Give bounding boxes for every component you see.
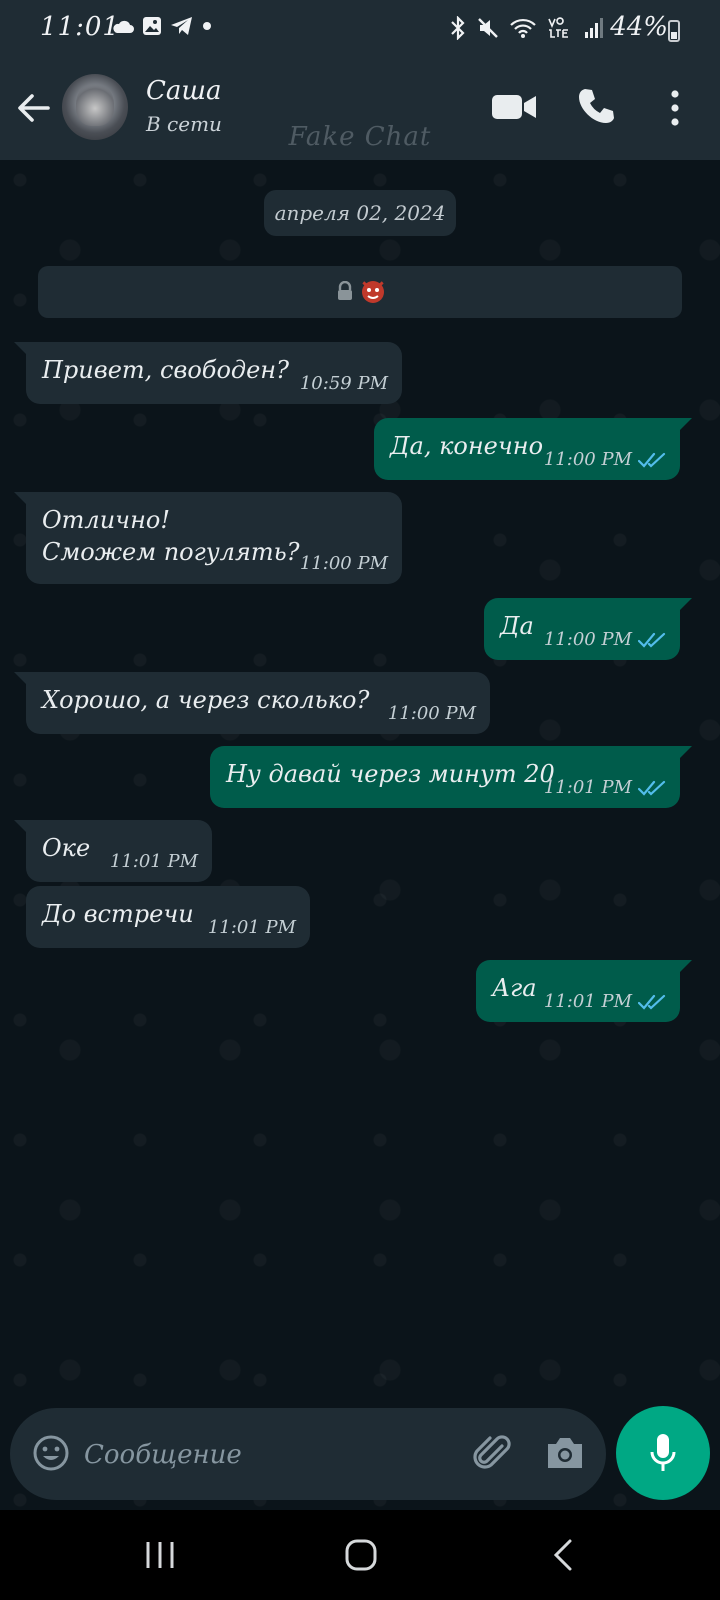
status-left-icons bbox=[112, 16, 212, 36]
bluetooth-icon bbox=[451, 16, 465, 40]
bubble-tail bbox=[14, 492, 28, 506]
message-meta: 11:01 PM bbox=[544, 991, 666, 1012]
message-time: 11:00 PM bbox=[543, 629, 632, 650]
bubble-tail bbox=[678, 418, 692, 432]
incoming-message[interactable]: Хорошо, а через сколько? 11:00 PM bbox=[26, 672, 490, 734]
contact-name[interactable]: Саша bbox=[146, 76, 222, 106]
bubble-tail bbox=[678, 598, 692, 612]
message-time: 11:01 PM bbox=[109, 851, 198, 872]
cloud-icon bbox=[113, 20, 134, 33]
read-ticks-icon bbox=[638, 632, 666, 648]
paperclip-icon[interactable] bbox=[472, 1432, 514, 1474]
message-meta: 11:01 PM bbox=[544, 777, 666, 798]
outgoing-message[interactable]: Да, конечно 11:00 PM bbox=[374, 418, 680, 480]
incoming-message[interactable]: Привет, свободен? 10:59 PM bbox=[26, 342, 402, 404]
message-time: 11:01 PM bbox=[543, 777, 632, 798]
camera-icon[interactable] bbox=[544, 1434, 586, 1472]
battery-icon bbox=[668, 20, 680, 42]
incoming-message[interactable]: Отлично! Сможем погулять? 11:00 PM bbox=[26, 492, 402, 584]
message-meta: 11:00 PM bbox=[544, 449, 666, 470]
bubble-tail bbox=[14, 820, 28, 834]
voice-record-button[interactable] bbox=[616, 1406, 710, 1500]
status-right-icons bbox=[450, 16, 604, 40]
message-meta: 11:00 PM bbox=[300, 553, 388, 574]
status-time: 11:01 bbox=[40, 12, 120, 42]
bubble-tail bbox=[678, 746, 692, 760]
emoji-icon[interactable] bbox=[32, 1434, 70, 1472]
gallery-icon bbox=[143, 17, 161, 35]
incoming-message[interactable]: Оке 11:01 PM bbox=[26, 820, 212, 882]
top-bar: 11:01 44% Саша В сети Fake Chat bbox=[0, 0, 720, 160]
incoming-message[interactable]: До встречи 11:01 PM bbox=[26, 886, 310, 948]
outgoing-message[interactable]: Ага 11:01 PM bbox=[476, 960, 680, 1022]
wifi-icon bbox=[510, 18, 536, 38]
bubble-tail bbox=[14, 342, 28, 356]
watermark: Fake Chat bbox=[288, 122, 432, 152]
dot-icon bbox=[203, 22, 211, 30]
mute-icon bbox=[478, 18, 498, 38]
nav-back-icon[interactable] bbox=[552, 1538, 574, 1572]
bubble-tail bbox=[14, 672, 28, 686]
read-ticks-icon bbox=[638, 452, 666, 468]
microphone-icon bbox=[650, 1434, 676, 1471]
outgoing-message[interactable]: Да 11:00 PM bbox=[484, 598, 680, 660]
battery-fill bbox=[671, 32, 677, 39]
message-meta: 11:01 PM bbox=[110, 851, 198, 872]
message-time: 11:01 PM bbox=[543, 991, 632, 1012]
outgoing-message[interactable]: Ну давай через минут 20 11:01 PM bbox=[210, 746, 680, 808]
message-composer bbox=[10, 1408, 606, 1500]
phone-call-icon[interactable] bbox=[576, 86, 616, 126]
message-input[interactable] bbox=[82, 1432, 436, 1478]
message-time: 11:00 PM bbox=[299, 553, 388, 574]
lock-icon bbox=[338, 281, 352, 300]
recent-apps-icon[interactable] bbox=[144, 1540, 176, 1570]
message-time: 11:00 PM bbox=[387, 703, 476, 724]
date-chip: апреля 02, 2024 bbox=[264, 190, 456, 236]
status-bar: 11:01 44% bbox=[0, 0, 720, 60]
volte-icon bbox=[548, 17, 568, 38]
message-meta: 11:00 PM bbox=[388, 703, 476, 724]
message-meta: 11:00 PM bbox=[544, 629, 666, 650]
chat-area[interactable]: апреля 02, 2024 Привет, свободен? 10:59 P… bbox=[0, 160, 720, 1510]
system-nav-bar bbox=[0, 1510, 720, 1600]
encryption-notice[interactable] bbox=[38, 266, 682, 318]
message-time: 11:01 PM bbox=[207, 917, 296, 938]
message-meta: 11:01 PM bbox=[208, 917, 296, 938]
battery-percent: 44% bbox=[610, 12, 668, 42]
signal-icon bbox=[585, 18, 603, 38]
devil-emoji-icon bbox=[361, 280, 385, 303]
home-icon[interactable] bbox=[344, 1538, 378, 1572]
read-ticks-icon bbox=[638, 994, 666, 1010]
video-call-icon[interactable] bbox=[490, 90, 538, 124]
bubble-tail bbox=[678, 960, 692, 974]
message-meta: 10:59 PM bbox=[300, 373, 388, 394]
read-ticks-icon bbox=[638, 780, 666, 796]
message-time: 11:00 PM bbox=[543, 449, 632, 470]
message-time: 10:59 PM bbox=[299, 373, 388, 394]
telegram-icon bbox=[171, 17, 192, 35]
